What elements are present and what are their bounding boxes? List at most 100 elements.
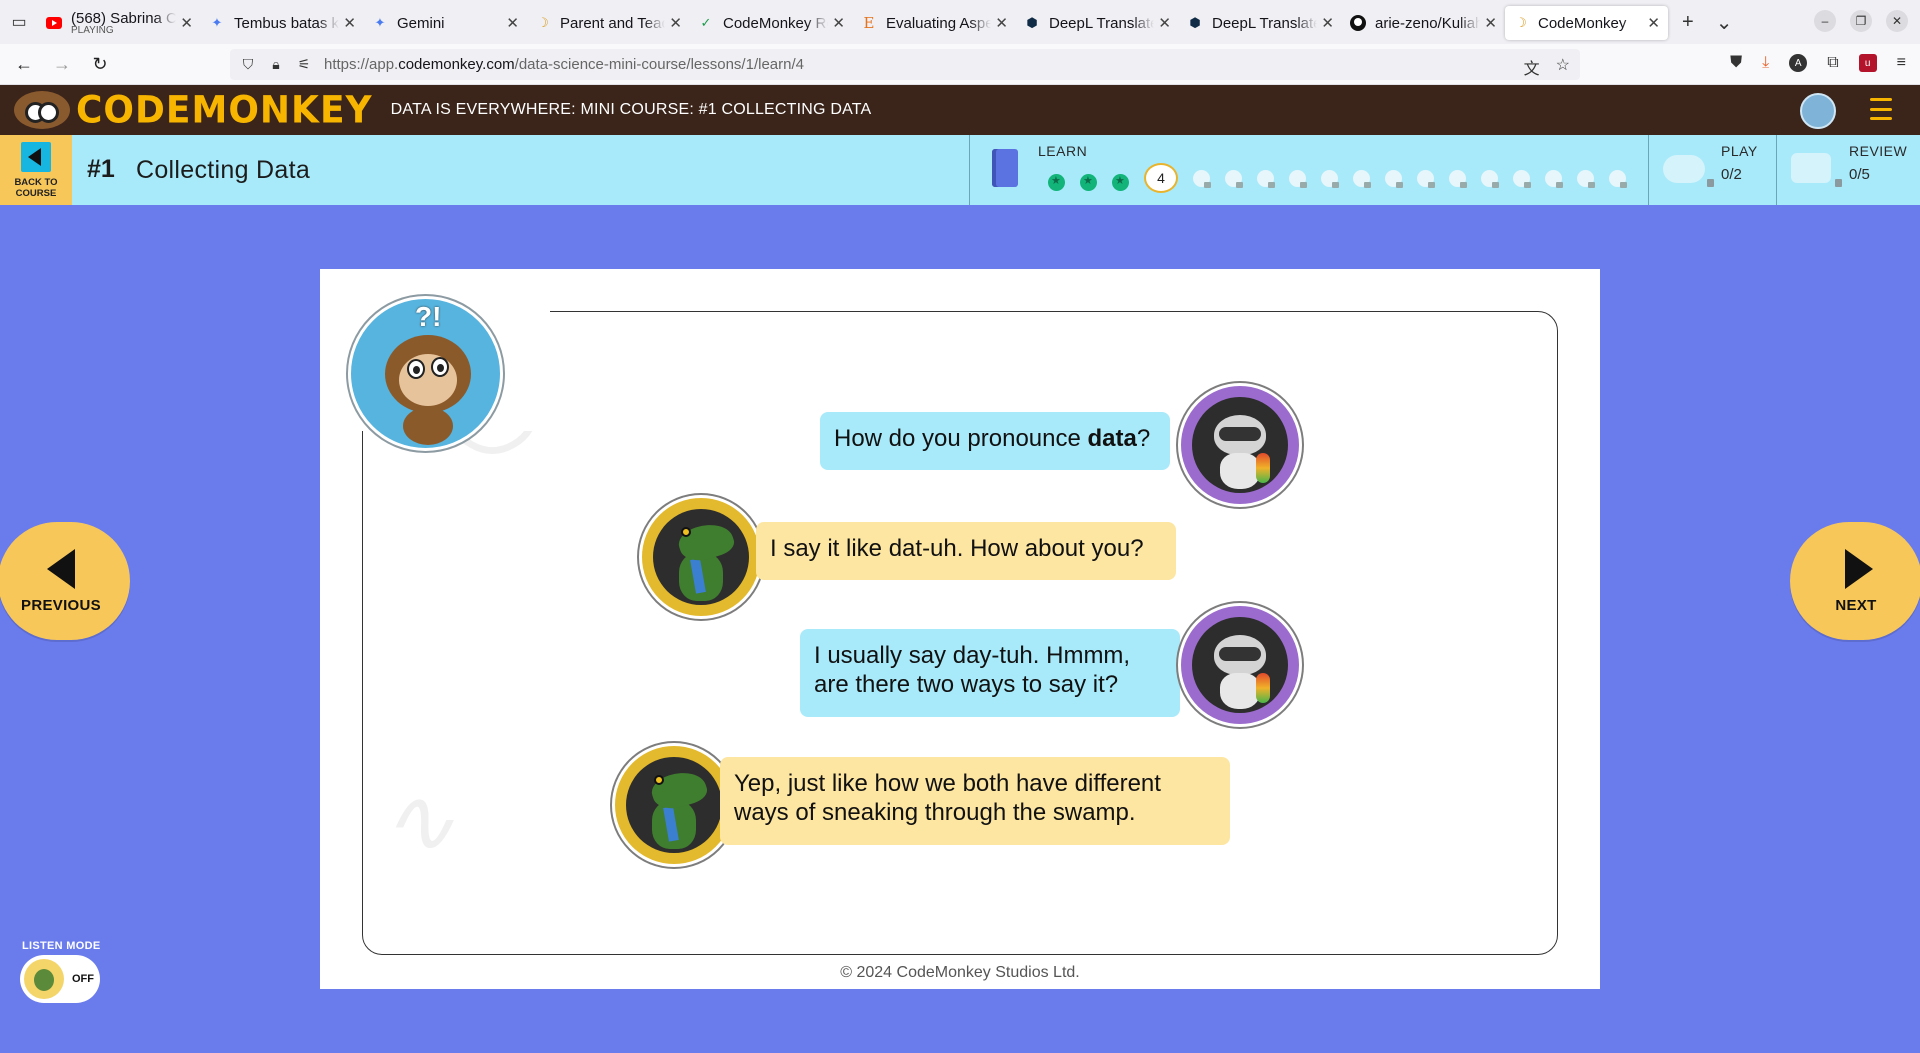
minimize-icon[interactable]: –: [1814, 10, 1836, 32]
reload-icon[interactable]: ↻: [86, 50, 114, 78]
hamburger-menu-icon[interactable]: [1870, 98, 1892, 120]
youtube-icon: [46, 15, 62, 31]
lesson-header: BACK TO COURSE #1 Collecting Data LEARN …: [0, 135, 1920, 205]
browser-tab[interactable]: ✦ Tembus batas k ✕: [201, 6, 364, 40]
play-count: 0/2: [1721, 166, 1742, 183]
locked-step-icon: [1193, 169, 1211, 188]
gemini-icon: ✦: [374, 15, 386, 30]
monkey-logo-icon: [14, 91, 70, 129]
lesson-card: ◎ ∿ ?! How do you pronounce data? I say …: [320, 269, 1600, 989]
back-to-course-label: BACK TO COURSE: [14, 177, 58, 199]
tab-title: Gemini: [397, 14, 445, 32]
pocket-icon[interactable]: ⛊: [1730, 54, 1742, 72]
locked-step-icon: [1353, 169, 1371, 188]
url-domain: codemonkey.com: [398, 56, 515, 73]
close-tab-icon[interactable]: ✕: [832, 14, 845, 32]
right-arrow-icon: [1845, 548, 1873, 589]
user-avatar[interactable]: [1800, 93, 1836, 129]
close-tab-icon[interactable]: ✕: [1647, 14, 1660, 32]
lesson-title: Collecting Data: [136, 156, 311, 184]
close-tab-icon[interactable]: ✕: [180, 14, 193, 32]
ublock-icon[interactable]: u: [1858, 54, 1877, 72]
close-tab-icon[interactable]: ✕: [1484, 14, 1497, 32]
locked-step-icon: [1577, 169, 1595, 188]
browser-tab[interactable]: (568) Sabrina Ca PLAYING ✕: [38, 6, 201, 40]
browser-tab[interactable]: ✦ Gemini ✕: [364, 6, 527, 40]
browser-tab[interactable]: arie-zeno/Kuliah ✕: [1342, 6, 1505, 40]
lock-icon[interactable]: 🔒︎: [268, 56, 284, 73]
close-tab-icon[interactable]: ✕: [669, 14, 682, 32]
close-tab-icon[interactable]: ✕: [1158, 14, 1171, 32]
forward-arrow-icon[interactable]: →: [48, 50, 76, 78]
close-tab-icon[interactable]: ✕: [1321, 14, 1334, 32]
monkey-face: [399, 354, 457, 406]
browser-tab[interactable]: ⬢ DeepL Translate ✕: [1016, 6, 1179, 40]
browser-tab[interactable]: ⬢ DeepL Translate ✕: [1179, 6, 1342, 40]
app-menu-icon[interactable]: ≡: [1897, 54, 1906, 72]
browser-tab-active[interactable]: ☽ CodeMonkey ✕: [1505, 6, 1668, 40]
chevron-down-icon[interactable]: ⌄: [1716, 10, 1733, 35]
completed-step-icon[interactable]: [1048, 173, 1065, 191]
course-title: DATA IS EVERYWHERE: MINI COURSE: #1 COLL…: [390, 101, 872, 118]
gamepad-icon: [1663, 155, 1705, 183]
codemonkey-logo[interactable]: CODEMONKEY: [14, 88, 373, 132]
app-header: CODEMONKEY DATA IS EVERYWHERE: MINI COUR…: [0, 85, 1920, 135]
monkey-body: [403, 407, 453, 445]
left-arrow-icon: [47, 548, 75, 589]
url-bar[interactable]: ⛉ 🔒︎ ⚟ https://app.codemonkey.com/data-s…: [230, 49, 1580, 80]
learn-section: LEARN 4: [969, 135, 1648, 205]
next-button[interactable]: NEXT: [1790, 522, 1920, 640]
locked-step-icon: [1417, 169, 1435, 188]
turtle-avatar-icon: [24, 959, 64, 999]
crocodile-avatar: [612, 743, 736, 867]
extensions-icon[interactable]: ⧉: [1827, 54, 1838, 72]
browser-tab-bar: ▭ (568) Sabrina Ca PLAYING ✕ ✦ Tembus bat…: [0, 0, 1920, 44]
close-tab-icon[interactable]: ✕: [995, 14, 1008, 32]
listen-mode-label: LISTEN MODE: [22, 940, 101, 952]
browser-nav-bar: ← → ↻ ⛉ 🔒︎ ⚟ https://app.codemonkey.com/…: [0, 44, 1920, 85]
previous-button[interactable]: PREVIOUS: [0, 522, 130, 640]
completed-step-icon[interactable]: [1080, 173, 1097, 191]
chat-message-crocodile: Yep, just like how we both have differen…: [720, 757, 1230, 845]
learn-label: LEARN: [1038, 143, 1088, 159]
back-to-course-button[interactable]: BACK TO COURSE: [0, 135, 72, 205]
close-tab-icon[interactable]: ✕: [506, 14, 519, 32]
learn-progress-steps: 4: [1048, 163, 1641, 193]
message-line: are there two ways to say it?: [814, 671, 1119, 698]
tab-title: DeepL Translate: [1049, 14, 1155, 32]
monkey-avatar: ?!: [348, 296, 503, 451]
review-section[interactable]: REVIEW 0/5: [1776, 135, 1920, 205]
message-bold-word: data: [1087, 425, 1137, 452]
message-text: ?: [1136, 425, 1151, 452]
account-icon[interactable]: A: [1789, 54, 1808, 72]
browser-tab[interactable]: ☽ Parent and Teac ✕: [527, 6, 690, 40]
lock-icon: [1835, 179, 1842, 187]
deepl-icon: ⬢: [1189, 15, 1201, 30]
locked-step-icon: [1513, 169, 1531, 188]
download-icon[interactable]: ⤓: [1762, 54, 1769, 72]
back-arrow-icon[interactable]: ←: [10, 50, 38, 78]
message-line: ways of sneaking through the swamp.: [734, 799, 1136, 826]
tab-list-icon[interactable]: ▭: [0, 0, 38, 44]
tab-title: arie-zeno/Kuliah: [1375, 14, 1481, 32]
play-section[interactable]: PLAY 0/2: [1648, 135, 1776, 205]
raccoon-avatar: [1178, 603, 1302, 727]
bookmark-star-icon[interactable]: ☆: [1556, 55, 1570, 79]
github-icon: [1350, 15, 1366, 31]
permissions-icon[interactable]: ⚟: [296, 56, 312, 73]
restore-icon[interactable]: ❐: [1850, 10, 1872, 32]
close-window-icon[interactable]: ✕: [1886, 10, 1908, 32]
play-label: PLAY: [1721, 143, 1758, 159]
tab-title: CodeMonkey Re: [723, 14, 829, 32]
browser-tab[interactable]: ✓ CodeMonkey Re ✕: [690, 6, 853, 40]
listen-mode-toggle[interactable]: OFF: [20, 955, 100, 1003]
previous-label: PREVIOUS: [21, 596, 101, 614]
book-icon: [992, 149, 1018, 187]
current-step[interactable]: 4: [1144, 163, 1178, 193]
translate-icon[interactable]: 文: [1524, 55, 1540, 79]
close-tab-icon[interactable]: ✕: [343, 14, 356, 32]
browser-tab[interactable]: E Evaluating Aspe ✕: [853, 6, 1016, 40]
new-tab-icon[interactable]: +: [1682, 11, 1694, 34]
shield-icon[interactable]: ⛉: [240, 56, 256, 73]
completed-step-icon[interactable]: [1112, 173, 1129, 191]
